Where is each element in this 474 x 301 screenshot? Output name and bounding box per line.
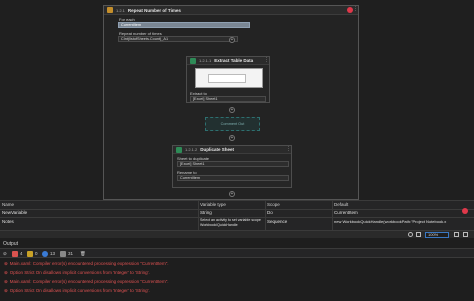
variable-type[interactable]: String (200, 209, 263, 217)
table-row[interactable]: Notes Select an activity to set variable… (0, 218, 474, 230)
repeat-id: 1.2.1 (116, 7, 125, 13)
extract-to-field[interactable]: [Excel] Sheet1 (190, 96, 266, 102)
error-icon: ⊗ (4, 261, 8, 266)
comment-out-activity[interactable]: Comment Out (205, 117, 260, 131)
more-options-icon[interactable]: ⋮ (286, 146, 291, 152)
repeat-icon (107, 7, 113, 13)
output-message: Main.xaml: Compiler error(s) encountered… (9, 279, 169, 284)
variable-name[interactable]: NewVariable (2, 209, 197, 217)
clear-all-icon[interactable]: ⊘ (3, 250, 7, 257)
divider (265, 201, 266, 231)
repeat-count-field[interactable]: CInt(listofSheets.Count)_A1 (118, 36, 238, 42)
trace-count: 31 (68, 251, 74, 256)
sheet-to-duplicate-field[interactable]: [Excel] Sheet1 (177, 161, 289, 167)
divider (198, 201, 199, 231)
extract-id: 1.2.1.1 (199, 58, 212, 63)
extract-title: Extract Table Data (214, 58, 254, 63)
add-activity-icon[interactable]: + (229, 107, 235, 113)
list-item[interactable]: ⊗ Main.xaml: Compiler error(s) encountere… (4, 261, 169, 267)
error-icon (12, 250, 18, 257)
filter-info-button[interactable]: 13 (42, 250, 55, 257)
variable-name[interactable]: Notes (2, 218, 197, 226)
extract-table-card[interactable]: 1.2.1.1 Extract Table Data ⋮ Extract to … (186, 56, 270, 103)
fit-screen-icon[interactable] (408, 232, 413, 237)
variables-panel: Name Variable type Scope Default NewVari… (0, 200, 474, 231)
column-name[interactable]: Name (2, 201, 197, 209)
output-filter-bar: ⊘ 4 0 13 31 🗑 (0, 248, 474, 258)
duplicate-header[interactable]: 1.2.1.2 Duplicate Sheet ⋮ (173, 146, 291, 154)
duplicate-sheet-card[interactable]: 1.2.1.2 Duplicate Sheet ⋮ Sheet to dupli… (172, 145, 292, 188)
output-message: Option Strict On disallows implicit conv… (9, 270, 150, 275)
list-item[interactable]: ⊗ Option Strict On disallows implicit con… (4, 270, 150, 276)
output-messages: ⊗ Main.xaml: Compiler error(s) encountere… (0, 259, 474, 301)
table-preview-image (195, 68, 263, 88)
delete-variable-icon[interactable] (462, 208, 468, 214)
warning-count: 0 (35, 251, 38, 256)
more-options-icon[interactable]: ⋮ (264, 57, 269, 63)
studio-window: 1.2.1 Repeat Number of Times ⋮ For each … (0, 0, 474, 301)
overview-icon[interactable] (463, 232, 468, 237)
filter-warnings-button[interactable]: 0 (27, 250, 38, 257)
table-preview-inner (208, 74, 246, 83)
error-icon: ⊗ (4, 288, 8, 293)
divider (332, 201, 333, 231)
error-count: 4 (20, 251, 23, 256)
designer-canvas[interactable]: 1.2.1 Repeat Number of Times ⋮ For each … (0, 0, 474, 200)
filter-trace-button[interactable]: 31 (60, 250, 73, 257)
repeat-header[interactable]: 1.2.1 Repeat Number of Times ⋮ (104, 6, 358, 15)
trash-icon[interactable]: 🗑 (80, 250, 86, 257)
output-message: Option Strict On disallows implicit conv… (9, 288, 150, 293)
list-item[interactable]: ⊗ Main.xaml: Compiler error(s) encountere… (4, 279, 169, 285)
output-panel-title: Output (3, 241, 19, 247)
duplicate-title: Duplicate Sheet (200, 147, 234, 152)
variable-scope[interactable]: Sequence (267, 218, 330, 226)
add-activity-icon[interactable]: + (229, 37, 235, 43)
variables-header-row: Name Variable type Scope Default (0, 201, 474, 209)
more-options-icon[interactable]: ⋮ (353, 6, 358, 12)
zoom-level-field[interactable]: 100% (425, 232, 449, 238)
error-icon: ⊗ (4, 279, 8, 284)
variable-type[interactable]: Select an activity to set variable scope… (200, 218, 263, 230)
variable-default[interactable]: new WorkbookQuickHandle(workbookPath:"Pr… (334, 218, 472, 226)
list-item[interactable]: ⊗ Option Strict On disallows implicit con… (4, 288, 150, 294)
output-message: Main.xaml: Compiler error(s) encountered… (9, 261, 169, 266)
column-scope[interactable]: Scope (267, 201, 330, 209)
variable-default[interactable]: CurrentItem (334, 209, 454, 217)
duplicate-id: 1.2.1.2 (185, 147, 198, 152)
rename-to-field[interactable]: CurrentItem (177, 175, 289, 181)
search-icon[interactable] (416, 232, 421, 237)
filter-errors-button[interactable]: 4 (12, 250, 23, 257)
for-each-field[interactable]: CurrentItem (118, 22, 250, 28)
excel-icon (176, 146, 182, 153)
repeat-title: Repeat Number of Times (127, 7, 181, 13)
add-activity-icon[interactable]: + (229, 135, 235, 141)
column-variable-type[interactable]: Variable type (200, 201, 263, 209)
error-icon: ⊗ (4, 270, 8, 275)
column-default[interactable]: Default (334, 201, 464, 209)
info-count: 13 (50, 251, 56, 256)
variable-scope[interactable]: Do (267, 209, 330, 217)
table-row[interactable]: NewVariable String Do CurrentItem (0, 209, 474, 217)
excel-icon (190, 57, 196, 64)
fit-to-window-icon[interactable] (454, 232, 459, 237)
add-activity-icon[interactable]: + (229, 191, 235, 197)
designer-toolbar: 100% (0, 230, 474, 238)
info-icon (42, 250, 48, 257)
warning-icon (27, 250, 33, 257)
trace-icon (60, 250, 66, 257)
extract-header[interactable]: 1.2.1.1 Extract Table Data ⋮ (187, 57, 269, 65)
